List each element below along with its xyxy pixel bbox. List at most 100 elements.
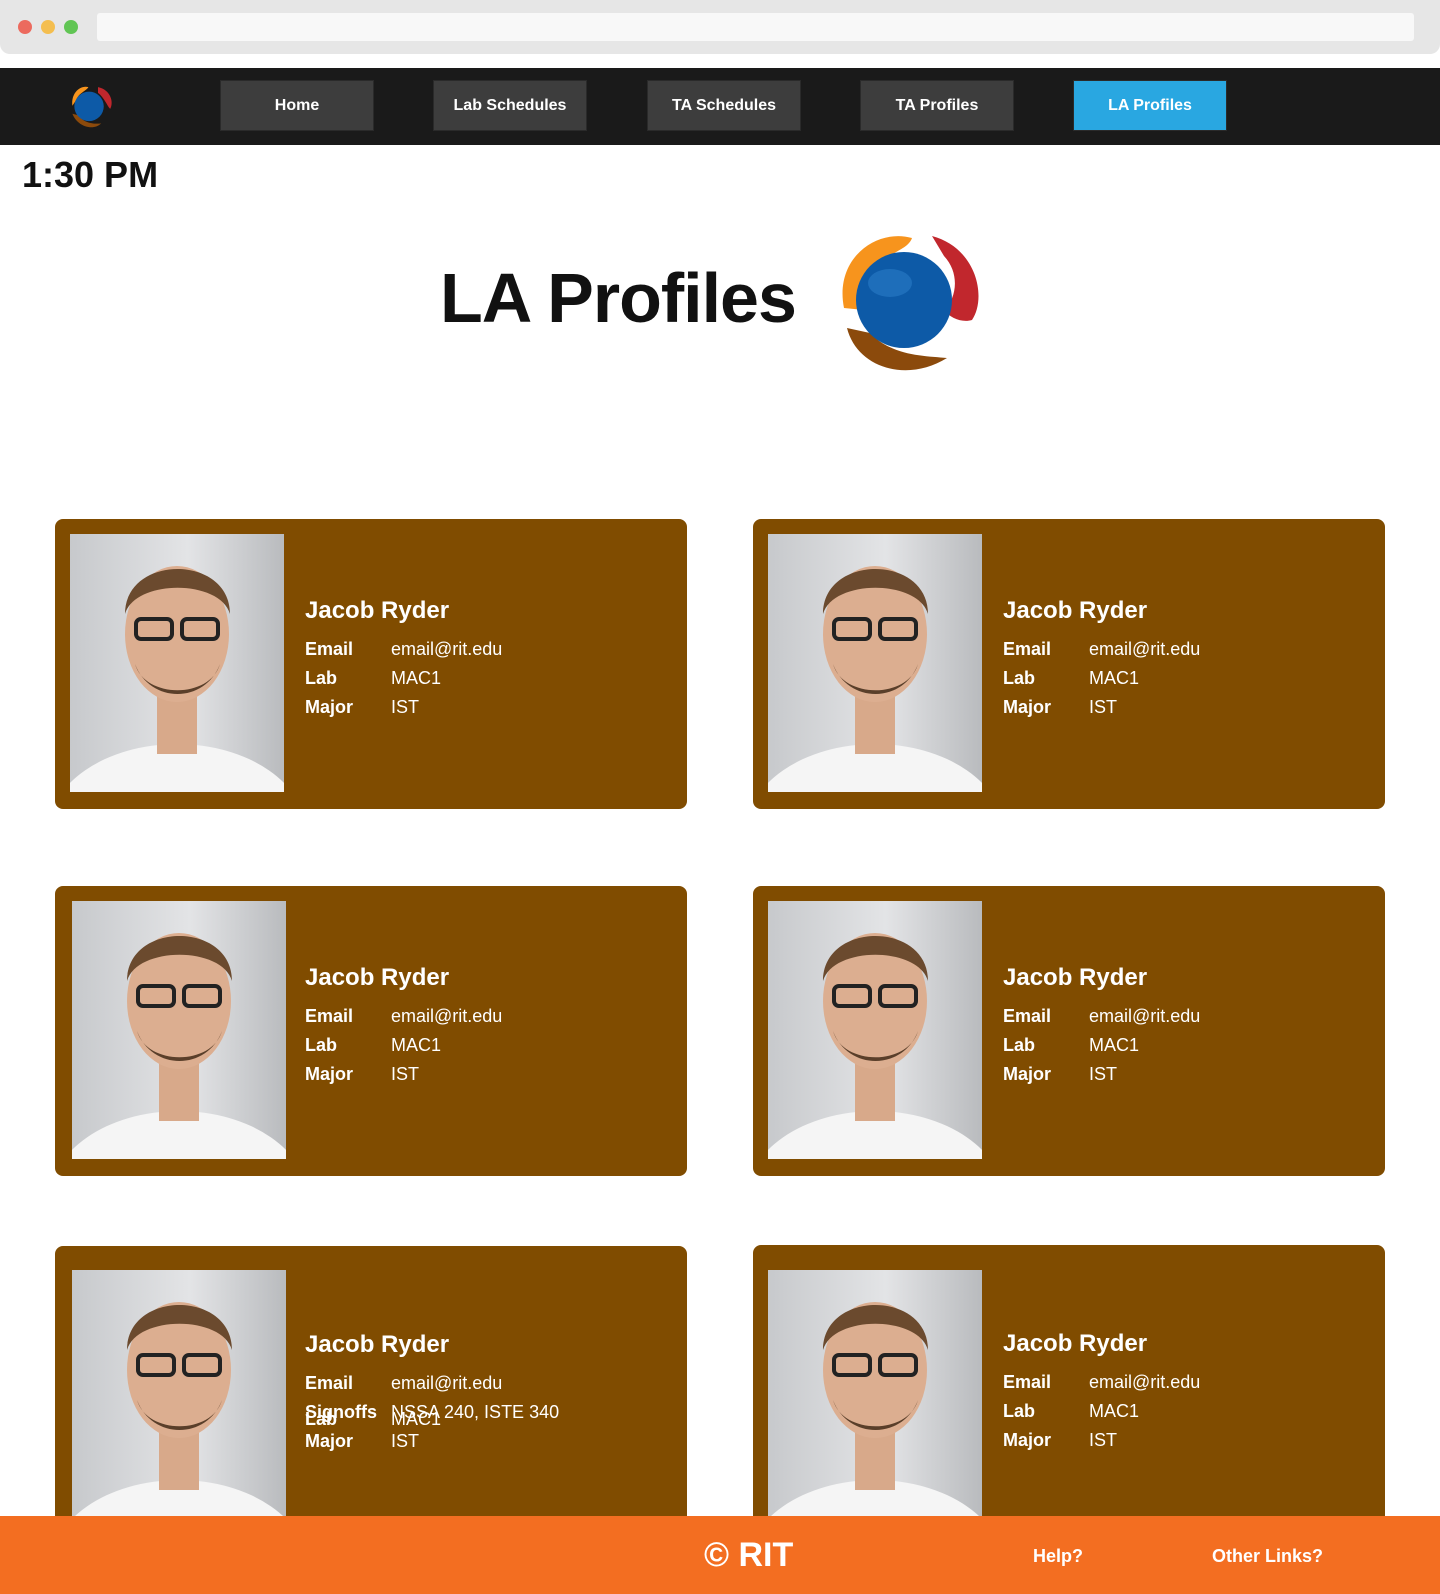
major-value: IST	[391, 697, 420, 717]
profile-card: Jacob Ryder Email email@rit.edu Lab MAC1 M…	[753, 886, 1385, 1176]
email-value[interactable]: email@rit.edu	[391, 639, 502, 660]
major-label: Major	[1003, 697, 1052, 717]
lab-value: MAC1	[1089, 668, 1140, 688]
profile-card: Jacob Ryder Email email@rit.edu Lab MAC1 M…	[55, 886, 687, 1176]
major-label: Major	[305, 1431, 354, 1451]
lab-row: Lab MAC1	[305, 668, 449, 697]
profile-name: Jacob Ryder	[305, 1331, 450, 1358]
profile-card: Jacob Ryder Email email@rit.edu Lab MAC1 M…	[753, 1245, 1385, 1535]
page: Home Lab Schedules TA Schedules TA Profi…	[0, 0, 1440, 1594]
major-label: Major	[1003, 1064, 1052, 1084]
email-row: Email email@rit.edu	[305, 1006, 502, 1035]
globe-swirl-logo-icon	[842, 236, 979, 371]
major-label: Major	[305, 697, 354, 717]
lab-label: Lab	[1003, 1035, 1036, 1055]
profile-name: Jacob Ryder	[305, 597, 450, 624]
lab-value: MAC1	[1089, 1401, 1140, 1421]
lab-label: Lab	[1003, 668, 1036, 688]
close-window-icon[interactable]	[18, 20, 32, 34]
nav-lab-schedules[interactable]: Lab Schedules	[433, 80, 587, 131]
copyright-text: © RIT	[704, 1536, 794, 1574]
minimize-window-icon[interactable]	[41, 20, 55, 34]
email-label: Email	[305, 1006, 354, 1026]
nav-la-profiles[interactable]: LA Profiles	[1073, 80, 1227, 131]
email-label: Email	[305, 1373, 354, 1393]
email-row: Email email@rit.edu	[1003, 1372, 1200, 1401]
major-value: IST	[1089, 1064, 1118, 1084]
major-row: Major IST	[1003, 1064, 1147, 1093]
nav-home[interactable]: Home	[220, 80, 374, 131]
profile-photo	[768, 534, 982, 792]
major-value: IST	[1089, 1430, 1118, 1450]
lab-value: MAC1	[1089, 1035, 1140, 1055]
profile-card: Jacob Ryder Email email@rit.edu Lab MAC1 M…	[753, 519, 1385, 809]
profile-info: Jacob Ryder Email email@rit.edu Lab MAC1 M…	[1003, 1330, 1200, 1459]
signoffs-label: Signoffs	[305, 1402, 377, 1422]
other-links-link[interactable]: Other Links?	[1212, 1546, 1323, 1567]
email-value[interactable]: email@rit.edu	[391, 1006, 502, 1027]
profile-info: Jacob Ryder Email email@rit.edu Lab MAC1 M…	[305, 1331, 559, 1460]
email-row: Email email@rit.edu	[305, 1373, 502, 1402]
signoffs-row: Signoffs NSSA 240, ISTE 340	[305, 1402, 705, 1431]
profile-name: Jacob Ryder	[1003, 1330, 1148, 1357]
lab-value: MAC1	[391, 1035, 442, 1055]
lab-row: Lab MAC1	[1003, 1401, 1147, 1430]
page-title: LA Profiles	[440, 259, 797, 337]
profile-photo	[72, 1270, 286, 1528]
nav-ta-schedules[interactable]: TA Schedules	[647, 80, 801, 131]
lab-label: Lab	[305, 668, 338, 688]
signoffs-value: NSSA 240, ISTE 340	[391, 1402, 560, 1422]
profile-info: Jacob Ryder Email email@rit.edu Lab MAC1 M…	[305, 964, 502, 1093]
major-label: Major	[1003, 1430, 1052, 1450]
profile-name: Jacob Ryder	[1003, 597, 1148, 624]
major-row: Major IST	[305, 1064, 449, 1093]
major-row: Major IST	[305, 697, 449, 726]
major-row: Major IST	[305, 1431, 449, 1460]
email-value[interactable]: email@rit.edu	[1089, 1372, 1200, 1393]
globe-swirl-logo-icon[interactable]	[66, 83, 114, 131]
lab-row: Lab MAC1	[1003, 668, 1147, 697]
major-value: IST	[391, 1064, 420, 1084]
profile-card: Jacob Ryder Email email@rit.edu Lab MAC1 M…	[55, 1246, 687, 1536]
email-label: Email	[1003, 1006, 1052, 1026]
profile-photo	[768, 901, 982, 1159]
nav-ta-profiles[interactable]: TA Profiles	[860, 80, 1014, 131]
profile-name: Jacob Ryder	[1003, 964, 1148, 991]
email-label: Email	[305, 639, 354, 659]
profile-info: Jacob Ryder Email email@rit.edu Lab MAC1 M…	[1003, 597, 1200, 726]
profile-info: Jacob Ryder Email email@rit.edu Lab MAC1 M…	[1003, 964, 1200, 1093]
profile-rows: Email email@rit.edu Lab MAC1 Major IST Sign…	[305, 1373, 559, 1460]
profile-photo	[768, 1270, 982, 1528]
email-value[interactable]: email@rit.edu	[1089, 1006, 1200, 1027]
major-label: Major	[305, 1064, 354, 1084]
major-value: IST	[391, 1431, 420, 1451]
major-row: Major IST	[1003, 697, 1147, 726]
lab-row: Lab MAC1	[1003, 1035, 1147, 1064]
maximize-window-icon[interactable]	[64, 20, 78, 34]
email-label: Email	[1003, 1372, 1052, 1392]
email-row: Email email@rit.edu	[305, 639, 502, 668]
lab-label: Lab	[1003, 1401, 1036, 1421]
profile-photo	[70, 534, 284, 792]
address-bar[interactable]	[97, 13, 1414, 41]
help-link[interactable]: Help?	[1033, 1546, 1083, 1567]
lab-value: MAC1	[391, 668, 442, 688]
clock: 1:30 PM	[22, 154, 159, 195]
page-header: LA Profiles	[440, 228, 1000, 378]
lab-row: Lab MAC1	[305, 1035, 449, 1064]
browser-chrome	[0, 0, 1440, 54]
lab-label: Lab	[305, 1035, 338, 1055]
email-value[interactable]: email@rit.edu	[391, 1373, 502, 1394]
profile-photo	[72, 901, 286, 1159]
email-label: Email	[1003, 639, 1052, 659]
site-footer: © RIT Help? Other Links?	[0, 1516, 1440, 1594]
profile-info: Jacob Ryder Email email@rit.edu Lab MAC1 M…	[305, 597, 502, 726]
email-value[interactable]: email@rit.edu	[1089, 639, 1200, 660]
top-navbar: Home Lab Schedules TA Schedules TA Profi…	[0, 68, 1440, 145]
email-row: Email email@rit.edu	[1003, 639, 1200, 668]
major-row: Major IST	[1003, 1430, 1147, 1459]
profile-card: Jacob Ryder Email email@rit.edu Lab MAC1 M…	[55, 519, 687, 809]
profile-name: Jacob Ryder	[305, 964, 450, 991]
major-value: IST	[1089, 697, 1118, 717]
email-row: Email email@rit.edu	[1003, 1006, 1200, 1035]
